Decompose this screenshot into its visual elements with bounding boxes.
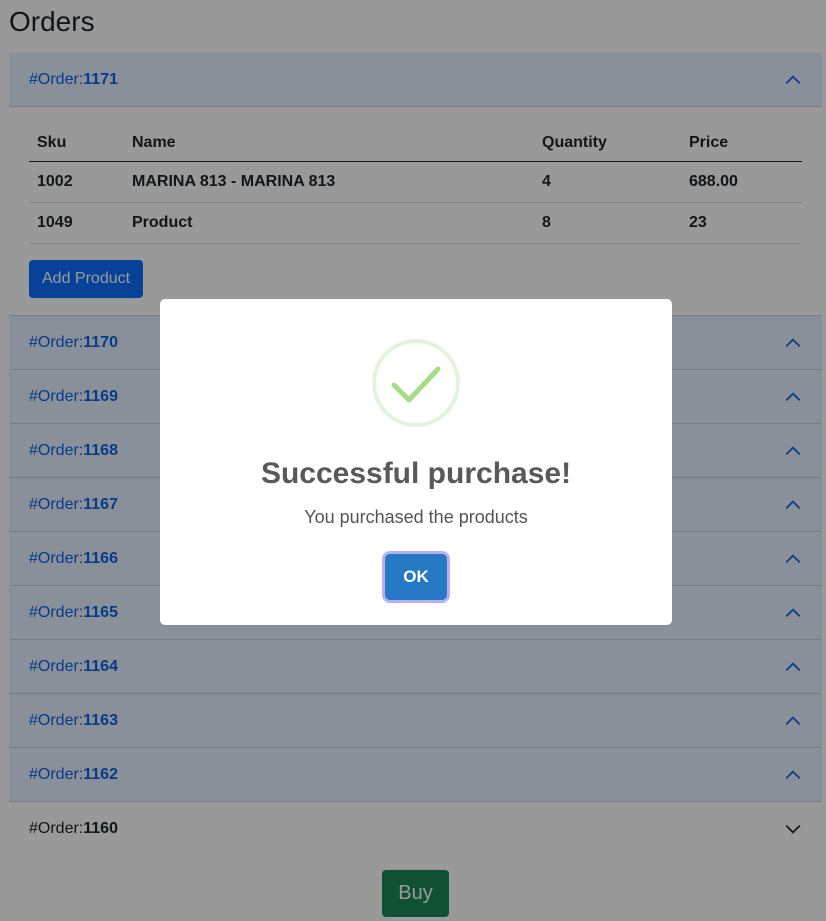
dialog-title: Successful purchase! bbox=[260, 457, 572, 490]
ok-button[interactable]: OK bbox=[385, 554, 447, 600]
success-check-icon bbox=[372, 339, 460, 427]
success-dialog: Successful purchase! You purchased the p… bbox=[160, 299, 672, 625]
dialog-message: You purchased the products bbox=[304, 507, 528, 527]
